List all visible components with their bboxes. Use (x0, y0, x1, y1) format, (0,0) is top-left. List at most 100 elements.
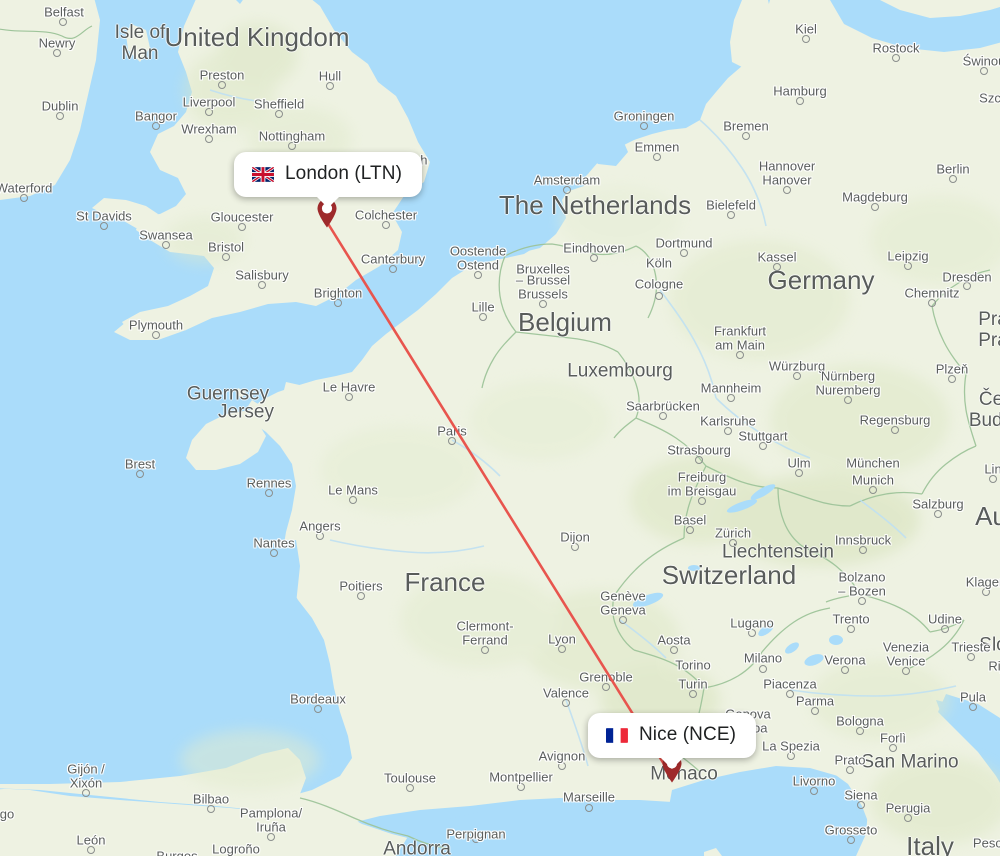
france-flag-icon (605, 727, 628, 743)
city-dot (856, 727, 864, 735)
city-dot (793, 372, 801, 380)
city-dot (796, 97, 804, 105)
city-dot (562, 699, 570, 707)
destination-airport-label: Nice (NCE) (638, 724, 737, 745)
city-dot (472, 835, 480, 843)
city-dot (275, 110, 283, 118)
city-dot (980, 67, 988, 75)
city-dot (858, 597, 866, 605)
city-dot (904, 814, 912, 822)
city-dot (928, 299, 936, 307)
city-dot (748, 629, 756, 637)
city-dot (934, 510, 942, 518)
city-dot (889, 744, 897, 752)
city-dot (349, 496, 357, 504)
city-dot (941, 625, 949, 633)
city-dot (810, 787, 818, 795)
city-dot (783, 186, 791, 194)
city-dot (786, 690, 794, 698)
city-dot (382, 221, 390, 229)
city-dot (655, 292, 663, 300)
city-dot (345, 393, 353, 401)
city-dot (891, 426, 899, 434)
city-dot (759, 665, 767, 673)
city-dot (152, 122, 160, 130)
basemap-graphic (0, 0, 1000, 856)
city-dot (846, 766, 854, 774)
city-dot (448, 437, 456, 445)
city-dot (100, 222, 108, 230)
city-dot (207, 805, 215, 813)
city-dot (698, 497, 706, 505)
city-dot (585, 804, 593, 812)
city-dot (267, 833, 275, 841)
city-dot (686, 526, 694, 534)
city-dot (811, 707, 819, 715)
city-dot (847, 836, 855, 844)
city-dot (967, 653, 975, 661)
city-dot (270, 549, 278, 557)
flight-route-map[interactable]: United Kingdom The Netherlands Germany Belg… (0, 0, 1000, 856)
city-dot (590, 254, 598, 262)
city-dot (539, 300, 547, 308)
city-dot (479, 313, 487, 321)
city-dot (87, 846, 95, 854)
city-dot (844, 396, 852, 404)
city-dot (59, 18, 67, 26)
city-dot (689, 690, 697, 698)
city-dot (136, 470, 144, 478)
city-dot (238, 223, 246, 231)
city-dot (847, 625, 855, 633)
city-dot (724, 427, 732, 435)
city-dot (795, 469, 803, 477)
city-dot (653, 153, 661, 161)
city-dot (334, 299, 342, 307)
destination-airport-tooltip[interactable]: Nice (NCE) (587, 713, 757, 769)
city-dot (389, 265, 397, 273)
city-dot (787, 752, 795, 760)
city-dot (695, 456, 703, 464)
city-dot (736, 351, 744, 359)
city-dot (82, 789, 90, 797)
city-dot (53, 49, 61, 57)
city-dot (474, 271, 482, 279)
city-dot (859, 546, 867, 554)
city-dot (963, 282, 971, 290)
city-dot (892, 54, 900, 62)
city-dot (517, 783, 525, 791)
united-kingdom-flag-icon (251, 166, 274, 182)
city-dot (857, 801, 865, 809)
city-dot (729, 539, 737, 547)
city-dot (205, 108, 213, 116)
city-dot (949, 175, 957, 183)
city-dot (222, 253, 230, 261)
city-dot (989, 475, 997, 483)
city-dot (571, 543, 579, 551)
city-dot (162, 241, 170, 249)
city-dot (869, 486, 877, 494)
city-dot (56, 112, 64, 120)
city-dot (316, 532, 324, 540)
city-dot (406, 784, 414, 792)
city-dot (152, 331, 160, 339)
city-dot (948, 375, 956, 383)
city-dot (314, 705, 322, 713)
city-dot (871, 203, 879, 211)
city-dot (563, 186, 571, 194)
city-dot (904, 262, 912, 270)
origin-airport-tooltip[interactable]: London (LTN) (233, 152, 423, 208)
city-dot (759, 442, 767, 450)
city-dot (773, 263, 781, 271)
city-dot (619, 616, 627, 624)
city-dot (969, 703, 977, 711)
city-dot (481, 646, 489, 654)
city-dot (20, 194, 28, 202)
city-dot (265, 489, 273, 497)
city-dot (802, 35, 810, 43)
city-dot (288, 142, 296, 150)
city-dot (727, 394, 735, 402)
city-dot (602, 683, 610, 691)
city-dot (205, 135, 213, 143)
city-dot (727, 211, 735, 219)
city-dot (558, 762, 566, 770)
